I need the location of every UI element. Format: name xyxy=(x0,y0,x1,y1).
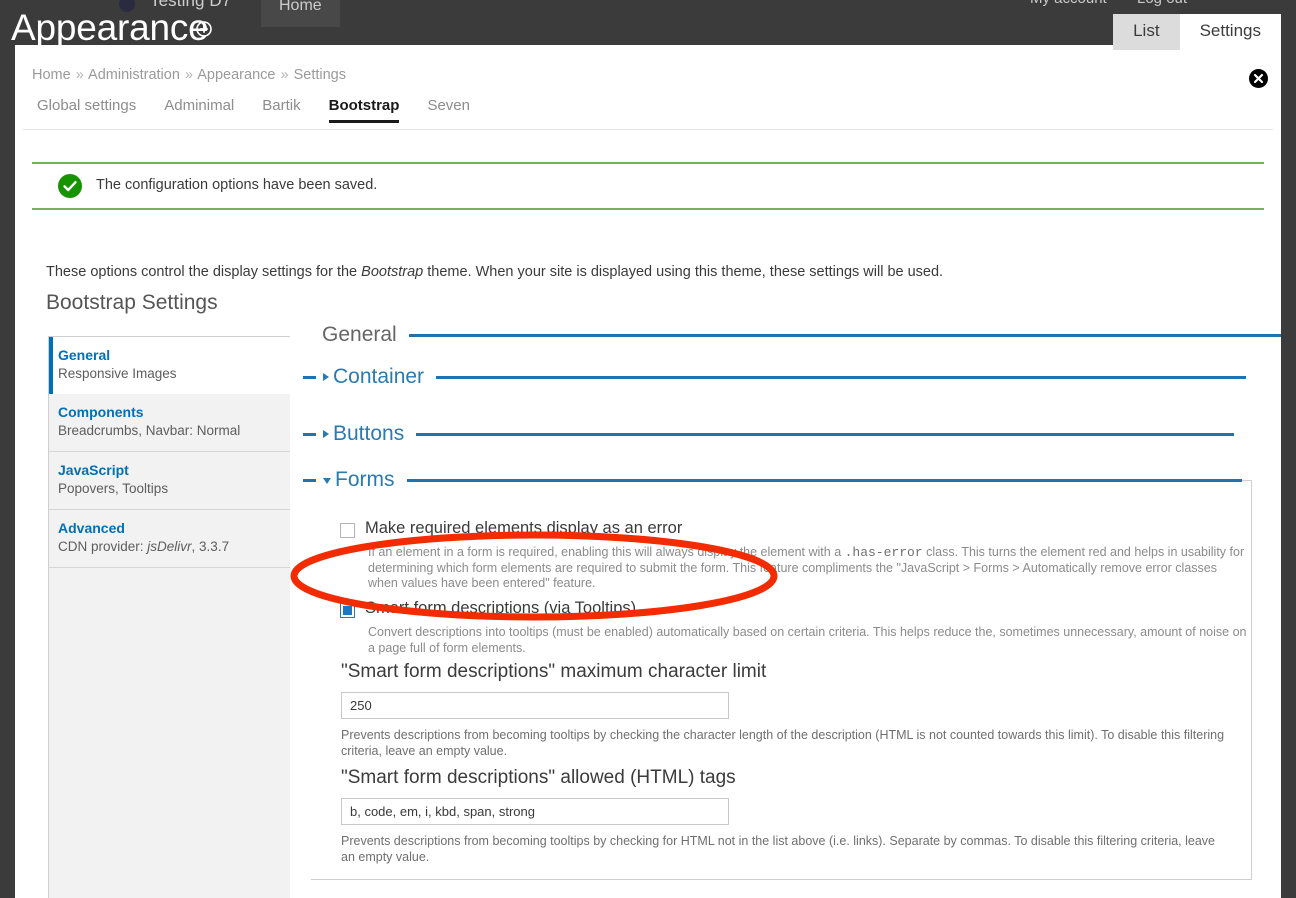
vertical-tab-title: JavaScript xyxy=(58,462,129,478)
legend-rule xyxy=(406,478,1242,482)
task-tab-list[interactable]: List xyxy=(1113,14,1180,50)
vertical-tab-advanced[interactable]: Advanced CDN provider: jsDelivr, 3.3.7 xyxy=(49,510,290,568)
fieldset-forms-legend[interactable]: Forms xyxy=(303,468,1242,492)
legend-dash xyxy=(303,432,316,436)
fieldset-container-label: Container xyxy=(333,365,425,388)
vertical-tab-title: Components xyxy=(58,404,144,420)
fieldset-buttons-label: Buttons xyxy=(333,422,405,445)
breadcrumb-item-administration[interactable]: Administration xyxy=(88,67,180,83)
chevron-right-icon[interactable] xyxy=(323,373,329,381)
theme-tab-bartik[interactable]: Bartik xyxy=(248,97,314,123)
max-char-limit-input[interactable] xyxy=(341,692,729,719)
allowed-tags-label: "Smart form descriptions" allowed (HTML)… xyxy=(341,767,736,788)
chevron-down-icon[interactable] xyxy=(323,478,331,484)
vertical-tab-summary: Popovers, Tooltips xyxy=(58,481,169,496)
settings-pane: General Container Buttons Forms Make req… xyxy=(290,323,1281,898)
theme-tab-global-settings[interactable]: Global settings xyxy=(23,97,150,123)
page-content: Home » Administration » Appearance » Set… xyxy=(15,45,1281,898)
toolbar-link-my-account[interactable]: My account xyxy=(1030,0,1107,7)
theme-tab-adminimal[interactable]: Adminimal xyxy=(150,97,248,123)
breadcrumb-separator: » xyxy=(184,67,194,83)
chevron-right-icon[interactable] xyxy=(323,430,329,438)
fieldset-general-legend[interactable]: General xyxy=(310,323,1281,347)
fieldset-buttons: Buttons xyxy=(303,422,1252,453)
desc-part1: If an element in a form is required, ena… xyxy=(368,545,845,559)
breadcrumb-item-home[interactable]: Home xyxy=(32,67,71,83)
fieldset-general-label: General xyxy=(322,323,397,346)
legend-rule xyxy=(436,375,1247,379)
allowed-tags-field: "Smart form descriptions" allowed (HTML)… xyxy=(341,767,1231,865)
vertical-tab-summary: CDN provider: jsDelivr, 3.3.7 xyxy=(58,538,278,556)
max-char-limit-label: "Smart form descriptions" maximum charac… xyxy=(341,661,767,682)
close-circle-icon[interactable] xyxy=(1249,69,1268,88)
legend-dash xyxy=(303,375,316,379)
task-tab-settings[interactable]: Settings xyxy=(1179,14,1281,50)
smart-form-descriptions-description: Convert descriptions into tooltips (must… xyxy=(368,625,1247,655)
max-char-limit-description: Prevents descriptions from becoming tool… xyxy=(341,728,1225,758)
intro-part1: These options control the display settin… xyxy=(46,264,362,280)
legend-dash xyxy=(303,478,316,482)
vertical-tab-title: Advanced xyxy=(58,520,125,536)
breadcrumb: Home » Administration » Appearance » Set… xyxy=(32,67,346,83)
vertical-tabs: General Responsive Images Components Bre… xyxy=(48,336,290,898)
fieldset-forms: Forms Make required elements display as … xyxy=(303,468,1252,880)
vertical-tab-summary: Breadcrumbs, Navbar: Normal xyxy=(58,423,241,438)
theme-tab-seven[interactable]: Seven xyxy=(413,97,484,123)
theme-tabs: Global settings Adminimal Bartik Bootstr… xyxy=(23,97,1273,130)
legend-rule xyxy=(416,432,1235,436)
toolbar-link-log-out[interactable]: Log out xyxy=(1137,0,1187,7)
fieldset-buttons-legend[interactable]: Buttons xyxy=(303,422,1235,446)
intro-text: These options control the display settin… xyxy=(46,264,943,280)
vertical-tab-title: General xyxy=(58,347,111,363)
fieldset-container: Container xyxy=(303,365,1252,396)
theme-tab-bootstrap[interactable]: Bootstrap xyxy=(315,97,414,123)
vertical-tab-summary: Responsive Images xyxy=(58,366,177,381)
page-edge-right xyxy=(1281,45,1296,898)
allowed-tags-input[interactable] xyxy=(341,798,729,825)
circle-plus-icon[interactable] xyxy=(196,21,212,37)
page-title: Appearance xyxy=(11,7,209,48)
advanced-summary-part2: , 3.3.7 xyxy=(191,539,230,554)
status-message: The configuration options have been save… xyxy=(32,162,1264,210)
check-circle-icon xyxy=(58,174,82,198)
required-error-label[interactable]: Make required elements display as an err… xyxy=(365,519,682,538)
advanced-summary-provider: jsDelivr xyxy=(147,539,192,554)
breadcrumb-item-settings[interactable]: Settings xyxy=(294,67,346,83)
vertical-tab-javascript[interactable]: JavaScript Popovers, Tooltips xyxy=(49,452,290,510)
legend-rule xyxy=(408,333,1281,337)
has-error-code: .has-error xyxy=(844,545,923,560)
fieldset-forms-label: Forms xyxy=(335,468,395,491)
fieldset-container-legend[interactable]: Container xyxy=(303,365,1247,389)
breadcrumb-item-appearance[interactable]: Appearance xyxy=(197,67,275,83)
required-error-checkbox[interactable] xyxy=(340,523,355,538)
status-message-text: The configuration options have been save… xyxy=(96,177,378,193)
advanced-summary-part1: CDN provider: xyxy=(58,539,148,554)
page-edge-left xyxy=(0,45,15,898)
required-error-description: If an element in a form is required, ena… xyxy=(368,545,1248,592)
smart-form-descriptions-label[interactable]: Smart form descriptions (via Tooltips) xyxy=(365,599,636,618)
breadcrumb-separator: » xyxy=(280,67,289,83)
allowed-tags-description: Prevents descriptions from becoming tool… xyxy=(341,834,1215,864)
intro-theme-name: Bootstrap xyxy=(361,264,424,280)
section-title: Bootstrap Settings xyxy=(46,291,218,314)
vertical-tab-general[interactable]: General Responsive Images xyxy=(49,337,290,394)
vertical-tab-components[interactable]: Components Breadcrumbs, Navbar: Normal xyxy=(49,394,290,452)
toolbar-tab-home[interactable]: Home xyxy=(261,0,340,27)
appearance-settings-screen: Testing D7 Home My account Log out Appea… xyxy=(0,0,1296,898)
intro-part2: theme. When your site is displayed using… xyxy=(423,264,944,280)
task-tabs: List Settings xyxy=(1113,14,1281,50)
max-char-limit-field: "Smart form descriptions" maximum charac… xyxy=(341,661,1231,759)
smart-form-descriptions-checkbox[interactable] xyxy=(340,603,355,618)
breadcrumb-separator: » xyxy=(75,67,84,83)
